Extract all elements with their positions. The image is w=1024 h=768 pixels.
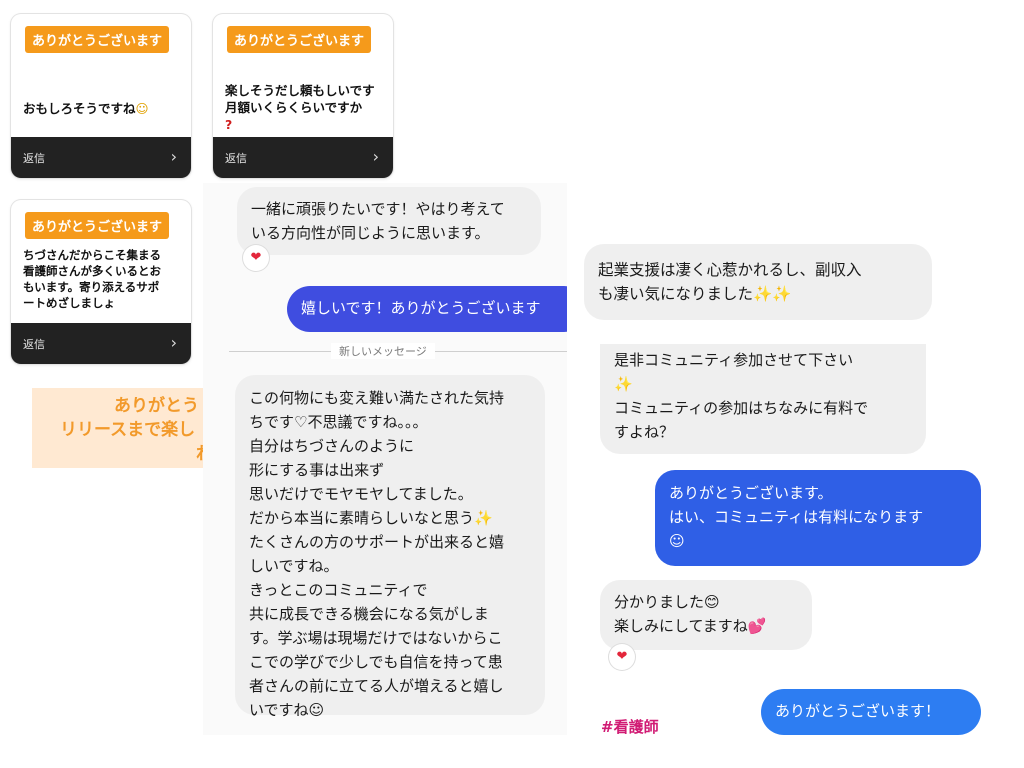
received-message: 一緒に頑張りたいです！やはり考えて いる方向性が同じように思います。: [237, 187, 541, 255]
card-message: 楽しそうだし頼もしいです 月額いくらくらいですか ?: [225, 82, 383, 133]
received-message: 分かりました😊 楽しみにしてますね💕: [600, 580, 812, 650]
reply-bar[interactable]: 返信 ›: [11, 323, 191, 364]
reply-bar[interactable]: 返信 ›: [213, 137, 393, 178]
smile-emoji-icon: ☺: [135, 101, 149, 116]
card-message: おもしろそうですね☺: [23, 101, 149, 116]
chevron-right-icon: ›: [170, 333, 177, 352]
chat-panel-right-top: 起業支援は凄く心惹かれるし、副収入 も凄い気になりました✨✨: [567, 240, 1024, 340]
question-mark-icon: ?: [225, 117, 233, 132]
reply-label: 返信: [23, 152, 45, 165]
reply-bar[interactable]: 返信 ›: [11, 137, 191, 178]
orange-banner: ありがとう リリースまで楽し れ: [32, 388, 222, 468]
story-reply-card[interactable]: ありがとうございます おもしろそうですね☺ 返信 ›: [11, 14, 191, 178]
reply-label: 返信: [23, 338, 45, 351]
reply-label: 返信: [225, 152, 247, 165]
chevron-right-icon: ›: [372, 147, 379, 166]
card-message: ちづさんだからこそ集まる 看護師さんが多くいるとお もいます。寄り添えるサポ ー…: [23, 248, 161, 310]
thanks-tag: ありがとうございます: [25, 212, 170, 239]
story-reply-card[interactable]: ありがとうございます 楽しそうだし頼もしいです 月額いくらくらいですか ? 返信…: [213, 14, 393, 178]
chat-panel-right: 是非コミュニティ参加させて下さい ✨ コミュニティの参加はちなみに有料で すよね…: [567, 344, 1024, 768]
thanks-tag: ありがとうございます: [25, 26, 170, 53]
received-message: この何物にも変え難い満たされた気持 ちです♡不思議ですね。。。 自分はちづさんの…: [235, 375, 545, 719]
sent-message: ありがとうございます！: [761, 689, 981, 735]
chevron-right-icon: ›: [170, 147, 177, 166]
thanks-tag: ありがとうございます: [227, 26, 372, 53]
sent-message: 嬉しいです！ありがとうございます: [287, 286, 567, 332]
heart-reaction-icon[interactable]: ❤: [243, 245, 269, 271]
hashtag-label[interactable]: #看護師: [601, 716, 659, 737]
received-message: 是非コミュニティ参加させて下さい ✨ コミュニティの参加はちなみに有料で すよね…: [600, 344, 926, 454]
sent-message: ありがとうございます。 はい、コミュニティは有料になります ☺: [655, 470, 981, 566]
received-message: 起業支援は凄く心惹かれるし、副収入 も凄い気になりました✨✨: [584, 244, 932, 320]
story-reply-card[interactable]: ありがとうございます ちづさんだからこそ集まる 看護師さんが多くいるとお もいま…: [11, 200, 191, 364]
heart-reaction-icon[interactable]: ❤: [609, 644, 635, 670]
new-messages-label: 新しいメッセージ: [331, 343, 435, 359]
chat-panel-left: 一緒に頑張りたいです！やはり考えて いる方向性が同じように思います。 ❤ 嬉しい…: [203, 183, 567, 735]
